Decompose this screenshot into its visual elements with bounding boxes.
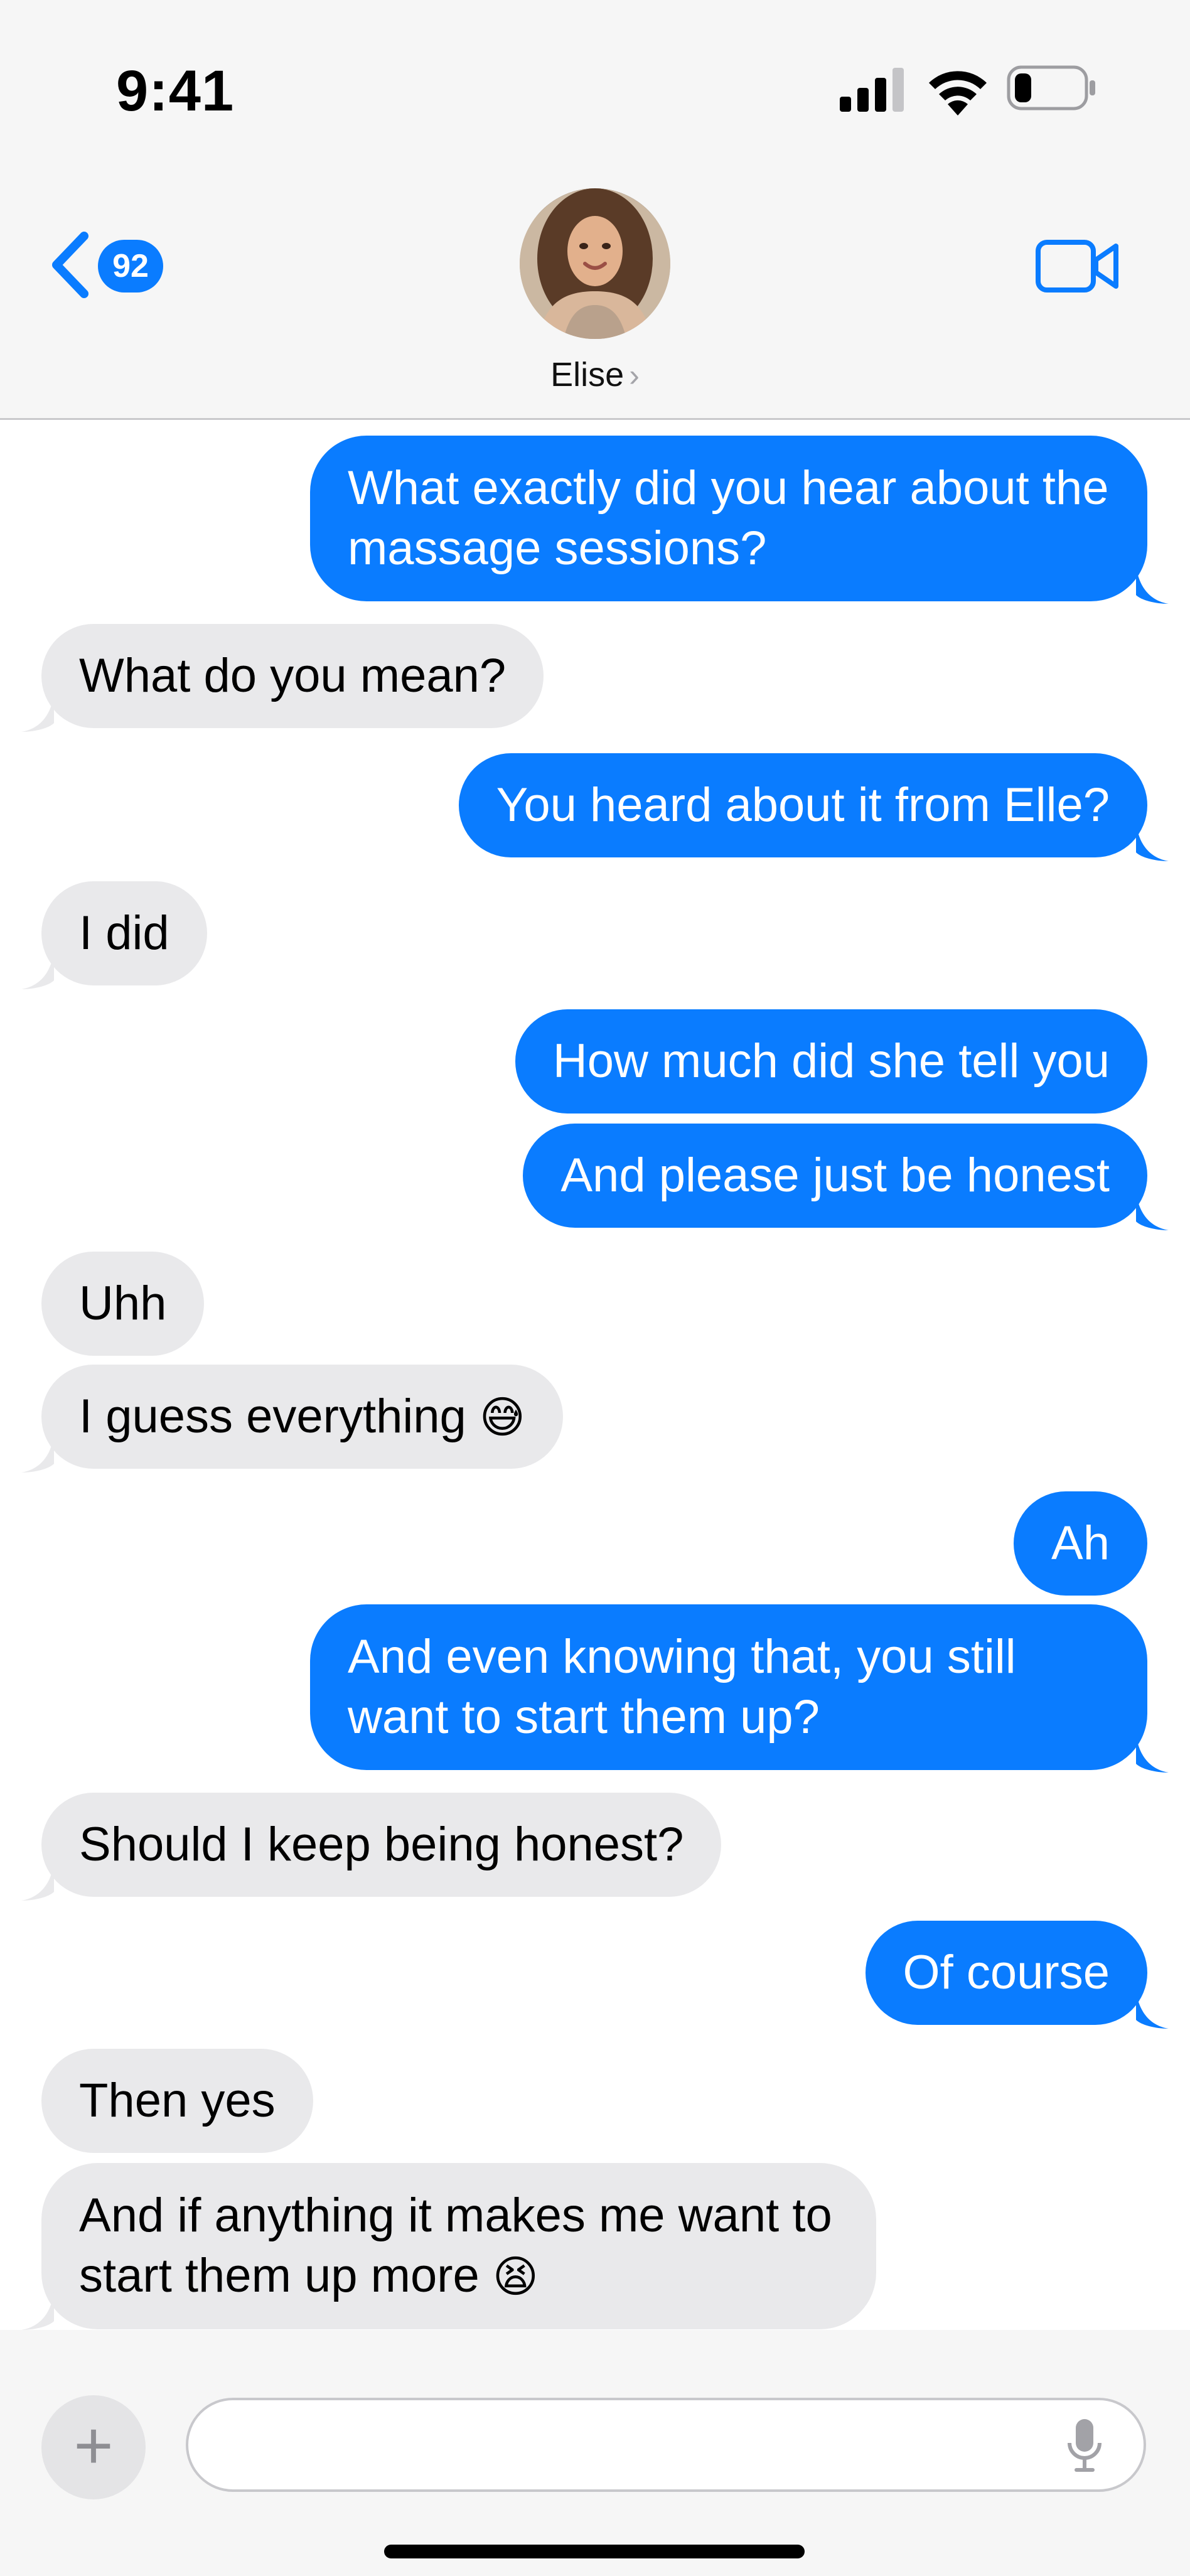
- message-bubble-incoming[interactable]: What do you mean?: [41, 624, 544, 728]
- message-text: And please just be honest: [560, 1149, 1110, 1202]
- message-input[interactable]: [186, 2398, 1146, 2492]
- message-bubble-outgoing[interactable]: And please just be honest: [523, 1124, 1147, 1228]
- message-bubble-incoming[interactable]: And if anything it makes me want to star…: [41, 2163, 876, 2329]
- bubble-tail: [1136, 1735, 1169, 1773]
- message-text: And if anything it makes me want to star…: [79, 2189, 832, 2302]
- message-text: Should I keep being honest?: [79, 1818, 684, 1871]
- bubble-tail: [1136, 1193, 1169, 1230]
- message-text: I did: [79, 906, 169, 960]
- back-button[interactable]: 92: [48, 227, 173, 303]
- bubble-tail: [21, 1435, 54, 1473]
- bubble-tail: [1136, 824, 1169, 861]
- unread-count-badge: 92: [98, 240, 163, 292]
- message-bubble-incoming[interactable]: Should I keep being honest?: [41, 1793, 722, 1897]
- message-bubble-outgoing[interactable]: What exactly did you hear about the mass…: [310, 436, 1147, 601]
- bubble-tail: [21, 952, 54, 989]
- message-text: Then yes: [79, 2074, 276, 2127]
- plus-icon[interactable]: +: [41, 2395, 146, 2499]
- message-text: What exactly did you hear about the mass…: [348, 461, 1109, 575]
- home-indicator[interactable]: [384, 2545, 805, 2558]
- emoji-icon: 😅: [479, 1392, 525, 1443]
- contact-avatar[interactable]: [520, 188, 670, 339]
- message-bubble-outgoing[interactable]: And even knowing that, you still want to…: [310, 1604, 1147, 1770]
- chevron-left-icon: [52, 232, 88, 298]
- message-text: Uhh: [79, 1277, 167, 1330]
- cellular-signal-icon: [840, 68, 904, 112]
- wifi-icon: [929, 71, 987, 115]
- chevron-right-icon: ›: [629, 358, 640, 393]
- status-time: 9:41: [116, 59, 235, 123]
- microphone-icon[interactable]: [1066, 2418, 1103, 2476]
- message-bubble-outgoing[interactable]: How much did she tell you: [515, 1009, 1147, 1114]
- message-bubble-outgoing[interactable]: You heard about it from Elle?: [458, 753, 1147, 857]
- message-text: And even knowing that, you still want to…: [348, 1630, 1016, 1744]
- message-text: Of course: [903, 1946, 1110, 1999]
- message-bubble-incoming[interactable]: Uhh: [41, 1252, 205, 1356]
- conversation-header: 9:41 92 Elise ›: [0, 0, 1190, 420]
- bubble-tail: [21, 2292, 54, 2330]
- bubble-tail: [21, 694, 54, 732]
- message-bubble-incoming[interactable]: I did: [41, 881, 207, 985]
- message-text: I guess everything 😅: [79, 1390, 525, 1443]
- bubble-tail: [1136, 1991, 1169, 2029]
- contact-name-button[interactable]: Elise ›: [0, 352, 1190, 399]
- emoji-icon: 😫: [492, 2251, 539, 2302]
- bubble-tail: [21, 1863, 54, 1901]
- message-bubble-incoming[interactable]: I guess everything 😅: [41, 1365, 563, 1469]
- contact-name: Elise: [550, 356, 624, 394]
- message-text: How much did she tell you: [552, 1034, 1110, 1088]
- message-composer: +: [0, 2330, 1190, 2576]
- message-bubble-incoming[interactable]: Then yes: [41, 2049, 313, 2153]
- message-text: You heard about it from Elle?: [496, 778, 1110, 832]
- message-text: Ah: [1051, 1516, 1110, 1570]
- avatar-photo: [520, 188, 670, 339]
- message-text: What do you mean?: [79, 649, 507, 702]
- message-bubble-outgoing[interactable]: Ah: [1014, 1491, 1147, 1596]
- message-bubble-outgoing[interactable]: Of course: [865, 1921, 1147, 2025]
- bubble-tail: [1136, 566, 1169, 604]
- video-camera-icon[interactable]: [1036, 237, 1120, 295]
- battery-icon: [1007, 65, 1095, 110]
